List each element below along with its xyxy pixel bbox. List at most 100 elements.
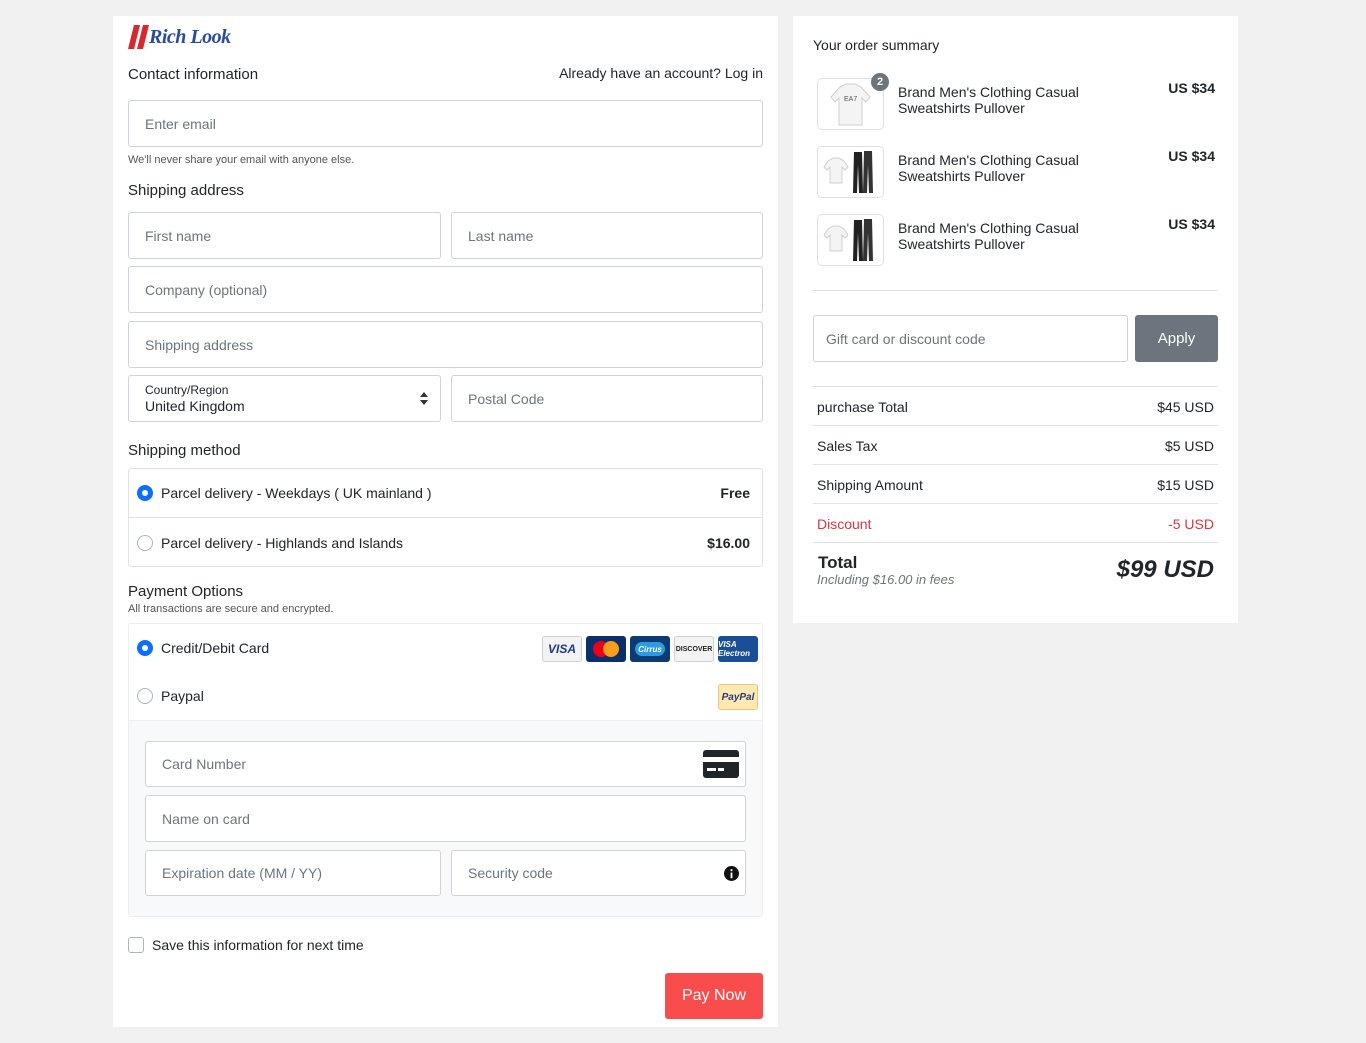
payment-option-paypal[interactable]: Paypal PayPal <box>129 672 762 720</box>
discount-code-input[interactable] <box>826 330 1127 347</box>
order-item: Brand Men's Clothing Casual Sweatshirts … <box>817 214 1215 266</box>
logo-mark-icon <box>128 25 150 49</box>
pay-now-button[interactable]: Pay Now <box>665 973 763 1019</box>
payment-option-label: Paypal <box>161 688 204 704</box>
save-info-label[interactable]: Save this information for next time <box>152 937 364 953</box>
radio-selected-icon[interactable] <box>137 485 153 501</box>
summary-label: Sales Tax <box>817 438 878 454</box>
quantity-badge: 2 <box>871 73 889 91</box>
shipping-option-weekdays[interactable]: Parcel delivery - Weekdays ( UK mainland… <box>129 469 762 518</box>
paypal-logo-icon: PayPal <box>718 684 758 710</box>
shipping-heading: Shipping address <box>128 182 244 199</box>
visa-logo-icon: VISA <box>542 636 582 662</box>
paypal-logo: PayPal <box>718 684 758 710</box>
item-name: Brand Men's Clothing Casual Sweatshirts … <box>898 220 1079 252</box>
item-price: US $34 <box>1168 80 1215 96</box>
product-thumbnail <box>817 146 884 198</box>
mastercard-logo-icon <box>586 636 626 662</box>
shipping-option-label: Parcel delivery - Highlands and Islands <box>161 534 404 551</box>
shipping-option-price: Free <box>720 485 750 501</box>
summary-value: $15 USD <box>1157 477 1214 493</box>
payment-option-card[interactable]: Credit/Debit Card VISA Cirrus DISCOVER V… <box>129 624 762 672</box>
payment-heading: Payment Options <box>128 583 244 600</box>
card-details-panel <box>129 720 762 916</box>
expiration-field[interactable] <box>145 850 441 896</box>
summary-label: Discount <box>817 516 872 532</box>
shipping-method-heading: Shipping method <box>128 442 241 459</box>
total-value: $99 USD <box>1116 556 1214 583</box>
country-label: Country/Region <box>145 383 229 397</box>
summary-row-purchase-total: purchase Total $45 USD <box>813 386 1218 425</box>
radio-selected-icon[interactable] <box>137 640 153 656</box>
company-input[interactable] <box>145 281 762 298</box>
payment-options: Credit/Debit Card VISA Cirrus DISCOVER V… <box>128 623 763 917</box>
summary-label: Shipping Amount <box>817 477 923 493</box>
summary-row-discount: Discount -5 USD <box>813 503 1218 542</box>
radio-unselected-icon[interactable] <box>137 534 153 551</box>
last-name-input[interactable] <box>468 227 762 244</box>
total-fees-note: Including $16.00 in fees <box>817 572 955 587</box>
item-price: US $34 <box>1168 148 1215 164</box>
summary-value: $5 USD <box>1164 438 1214 454</box>
payment-option-label: Credit/Debit Card <box>161 640 270 656</box>
card-number-input[interactable] <box>162 756 745 772</box>
summary-heading: Your order summary <box>813 37 940 53</box>
order-summary-panel: Your order summary EA7 2 Brand Men's Clo… <box>793 16 1238 623</box>
country-select[interactable]: Country/Region United Kingdom <box>128 375 441 422</box>
shipping-method-options: Parcel delivery - Weekdays ( UK mainland… <box>128 468 763 567</box>
address-input[interactable] <box>145 336 762 353</box>
shipping-option-highlands[interactable]: Parcel delivery - Highlands and Islands … <box>129 518 762 567</box>
summary-value: $45 USD <box>1157 399 1214 415</box>
total-label: Total <box>818 553 858 572</box>
apply-button[interactable]: Apply <box>1135 315 1218 362</box>
checkout-form-panel: Rich Look Contact information Already ha… <box>113 16 778 1027</box>
discover-logo-icon: DISCOVER <box>674 636 714 662</box>
visa-electron-logo-icon: VISA Electron <box>718 636 758 662</box>
divider <box>813 290 1218 291</box>
last-name-field[interactable] <box>451 212 763 259</box>
first-name-input[interactable] <box>145 227 440 244</box>
logo-text: Rich Look <box>149 25 231 48</box>
summary-label: purchase Total <box>817 399 908 415</box>
shipping-option-price: $16.00 <box>707 534 750 551</box>
divider <box>813 542 1218 543</box>
svg-text:EA7: EA7 <box>844 96 857 103</box>
cirrus-logo-icon: Cirrus <box>630 636 670 662</box>
product-thumbnail <box>817 214 884 266</box>
summary-row-sales-tax: Sales Tax $5 USD <box>813 425 1218 464</box>
tracksuit-image-icon <box>823 151 873 193</box>
brand-logo[interactable]: Rich Look <box>128 24 231 50</box>
summary-value: -5 USD <box>1168 516 1214 532</box>
card-logos: VISA Cirrus DISCOVER VISA Electron <box>542 636 758 662</box>
shipping-option-label: Parcel delivery - Weekdays ( UK mainland… <box>161 485 432 501</box>
first-name-field[interactable] <box>128 212 441 259</box>
card-number-field[interactable] <box>145 741 746 787</box>
postal-code-field[interactable] <box>451 375 763 422</box>
contact-heading: Contact information <box>128 66 259 83</box>
expiration-input[interactable] <box>162 865 440 881</box>
info-icon[interactable] <box>724 866 739 881</box>
company-field[interactable] <box>128 266 763 313</box>
radio-unselected-icon[interactable] <box>137 688 153 704</box>
item-price: US $34 <box>1168 216 1215 232</box>
discount-code-field[interactable] <box>813 315 1128 362</box>
summary-row-shipping: Shipping Amount $15 USD <box>813 464 1218 503</box>
name-on-card-field[interactable] <box>145 795 746 842</box>
order-item: Brand Men's Clothing Casual Sweatshirts … <box>817 146 1215 198</box>
order-item: EA7 2 Brand Men's Clothing Casual Sweats… <box>817 73 1215 130</box>
postal-code-input[interactable] <box>468 390 762 407</box>
login-link[interactable]: Already have an account? Log in <box>559 65 763 81</box>
credit-card-icon <box>703 750 739 778</box>
payment-subtext: All transactions are secure and encrypte… <box>128 603 334 615</box>
email-input[interactable] <box>145 115 762 132</box>
email-help-text: We'll never share your email with anyone… <box>128 154 355 166</box>
security-code-input[interactable] <box>468 865 745 881</box>
save-info-checkbox[interactable] <box>128 937 144 953</box>
item-name: Brand Men's Clothing Casual Sweatshirts … <box>898 152 1079 184</box>
item-name: Brand Men's Clothing Casual Sweatshirts … <box>898 84 1079 116</box>
name-on-card-input[interactable] <box>162 810 745 827</box>
security-code-field[interactable] <box>451 850 746 896</box>
email-field[interactable] <box>128 100 763 147</box>
select-arrows-icon <box>420 392 428 406</box>
address-field[interactable] <box>128 321 763 368</box>
